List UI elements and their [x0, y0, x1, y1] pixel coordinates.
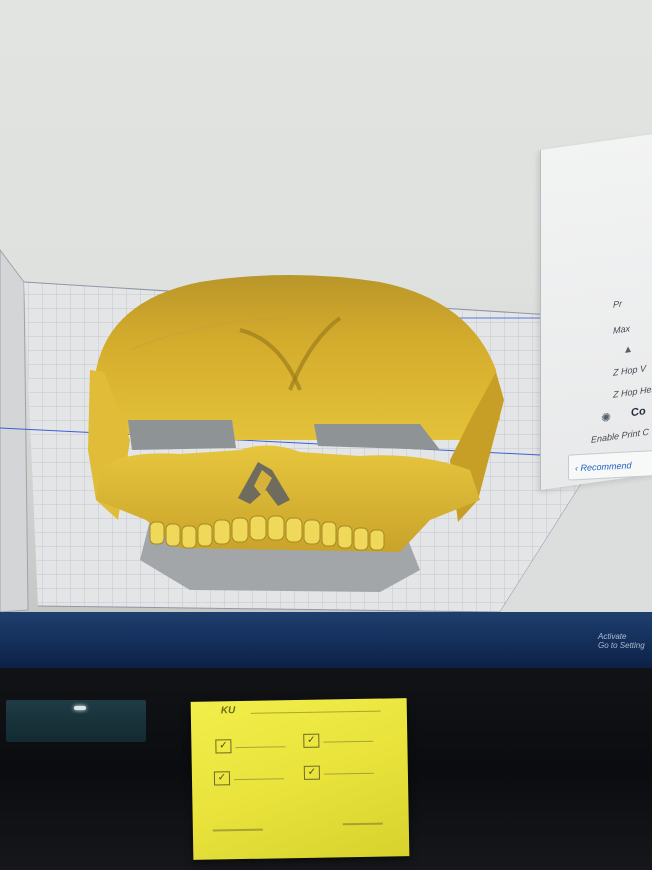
recommended-button[interactable]: ‹ Recommend: [568, 449, 652, 481]
checkbox-icon: ✓: [215, 739, 232, 754]
sticky-note: KU ✓ ✓ ✓ ✓: [190, 698, 410, 860]
setting-row[interactable]: Pr: [613, 298, 622, 309]
monitor-screen: Pr Max ▴ Z Hop V Z Hop Hei ✺ Co Enable P…: [0, 0, 652, 625]
setting-row[interactable]: Z Hop Hei: [613, 384, 652, 400]
note-header: KU: [220, 705, 236, 717]
checkbox-icon: ✓: [213, 771, 231, 786]
layer-icon: ▴: [625, 341, 632, 357]
setting-row[interactable]: Z Hop V: [613, 363, 646, 378]
skull-cranium: [96, 275, 500, 440]
cooling-fan-icon: ✺: [601, 410, 612, 426]
checkbox-icon: ✓: [303, 765, 321, 780]
recommended-label: Recommend: [580, 460, 632, 473]
eye-slot-left: [128, 420, 236, 450]
setting-row[interactable]: Max: [613, 323, 630, 335]
power-led: [74, 706, 86, 710]
activate-windows-watermark: Activate Go to Setting: [598, 632, 645, 650]
build-volume-left-wall: [0, 249, 29, 613]
checkbox-icon: ✓: [303, 733, 320, 748]
chevron-left-icon: ‹: [575, 463, 578, 474]
print-settings-panel[interactable]: Pr Max ▴ Z Hop V Z Hop Hei ✺ Co Enable P…: [540, 130, 652, 490]
photo: Pr Max ▴ Z Hop V Z Hop Hei ✺ Co Enable P…: [0, 0, 652, 870]
eye-slot-right: [314, 424, 440, 450]
windows-taskbar[interactable]: [0, 612, 652, 668]
setting-row[interactable]: Enable Print C: [591, 427, 649, 445]
setting-section-cooling[interactable]: Co: [631, 405, 646, 419]
